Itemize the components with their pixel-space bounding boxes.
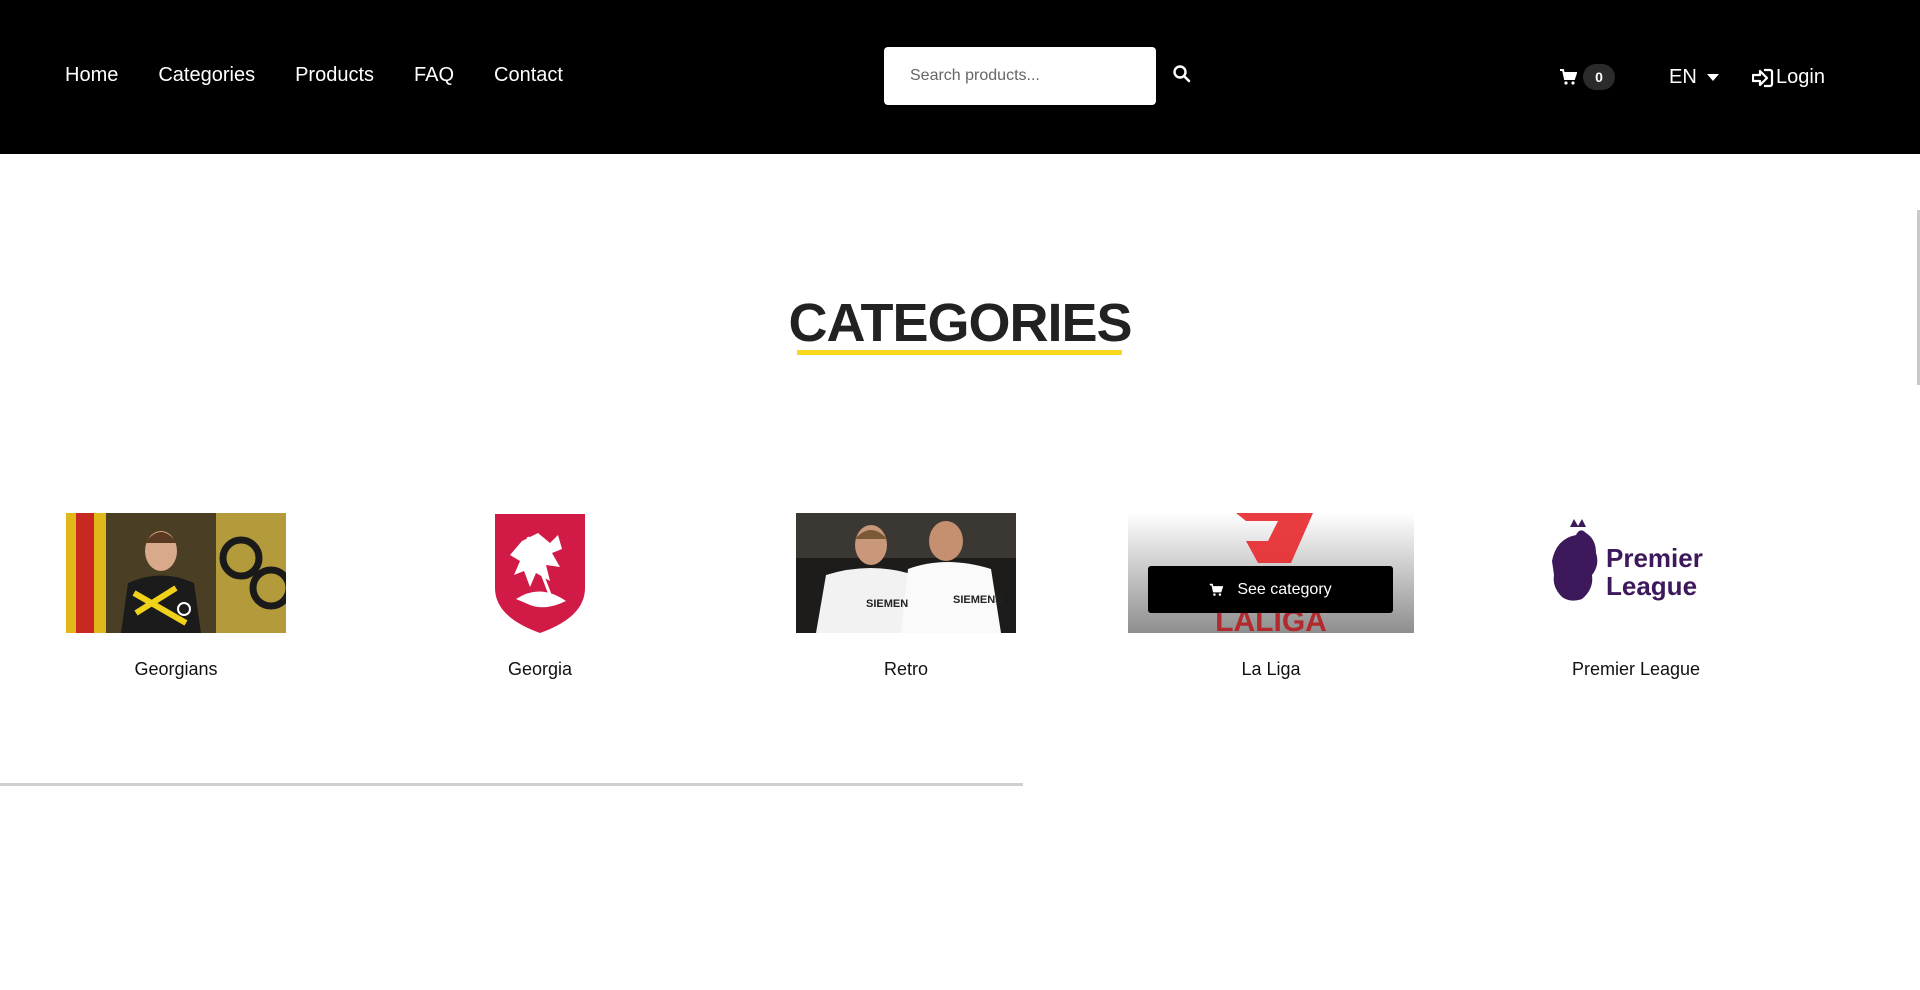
category-image-premier-league: Premier League <box>1526 513 1746 633</box>
category-label: Retro <box>883 659 928 679</box>
category-label: La Liga <box>1241 659 1301 679</box>
category-image-georgians <box>66 513 286 633</box>
cart-count-badge: 0 <box>1583 64 1615 90</box>
player-photo-image <box>66 513 286 633</box>
premier-league-logo-image: Premier League <box>1526 513 1746 633</box>
svg-text:League: League <box>1606 571 1697 601</box>
georgia-crest-image <box>495 514 585 633</box>
category-card-la-liga[interactable]: LALIGA See category La Liga <box>1128 513 1414 679</box>
main-nav: Home Categories Products FAQ Contact <box>65 64 603 87</box>
category-card-retro[interactable]: SIEMEN SIEMENS Retro <box>796 513 1016 679</box>
svg-text:SIEMEN: SIEMEN <box>866 598 908 610</box>
search-input[interactable] <box>884 47 1156 105</box>
nav-contact[interactable]: Contact <box>494 64 563 87</box>
category-label: Premier League <box>1571 659 1701 679</box>
top-navbar: Home Categories Products FAQ Contact 0 E… <box>0 0 1920 154</box>
search-box <box>884 47 1156 105</box>
see-category-button[interactable]: See category <box>1148 566 1393 613</box>
nav-home[interactable]: Home <box>65 64 118 87</box>
category-label: Georgians <box>134 659 218 679</box>
category-card-premier-league[interactable]: Premier League Premier League <box>1526 513 1746 679</box>
category-image-georgia <box>450 513 630 633</box>
page-title: CATEGORIES <box>788 293 1132 353</box>
title-underline <box>797 350 1122 355</box>
login-link[interactable]: Login <box>1752 66 1825 89</box>
cart-button[interactable]: 0 <box>1559 64 1615 90</box>
nav-faq[interactable]: FAQ <box>414 64 454 87</box>
search-icon <box>1173 65 1191 83</box>
category-image-retro: SIEMEN SIEMENS <box>796 513 1016 633</box>
section-divider <box>0 783 1023 786</box>
nav-products[interactable]: Products <box>295 64 374 87</box>
cart-icon <box>1560 69 1577 85</box>
retro-players-photo: SIEMEN SIEMENS <box>796 513 1016 633</box>
svg-text:Premier: Premier <box>1606 543 1703 573</box>
search-button[interactable] <box>1172 64 1196 88</box>
nav-categories[interactable]: Categories <box>158 64 255 87</box>
category-label: Georgia <box>507 659 573 679</box>
chevron-down-icon <box>1706 74 1719 81</box>
section-heading: CATEGORIES <box>0 292 1920 354</box>
login-label: Login <box>1776 66 1825 88</box>
category-image-la-liga: LALIGA See category <box>1128 513 1414 633</box>
svg-text:SIEMENS: SIEMENS <box>953 594 1003 606</box>
login-icon <box>1752 68 1774 87</box>
language-dropdown[interactable]: EN <box>1669 66 1719 89</box>
language-current: EN <box>1669 66 1697 88</box>
category-card-georgians[interactable]: Georgians <box>66 513 286 679</box>
cart-icon <box>1210 583 1224 596</box>
category-card-georgia[interactable]: Georgia <box>450 513 630 679</box>
see-category-label: See category <box>1237 580 1332 598</box>
